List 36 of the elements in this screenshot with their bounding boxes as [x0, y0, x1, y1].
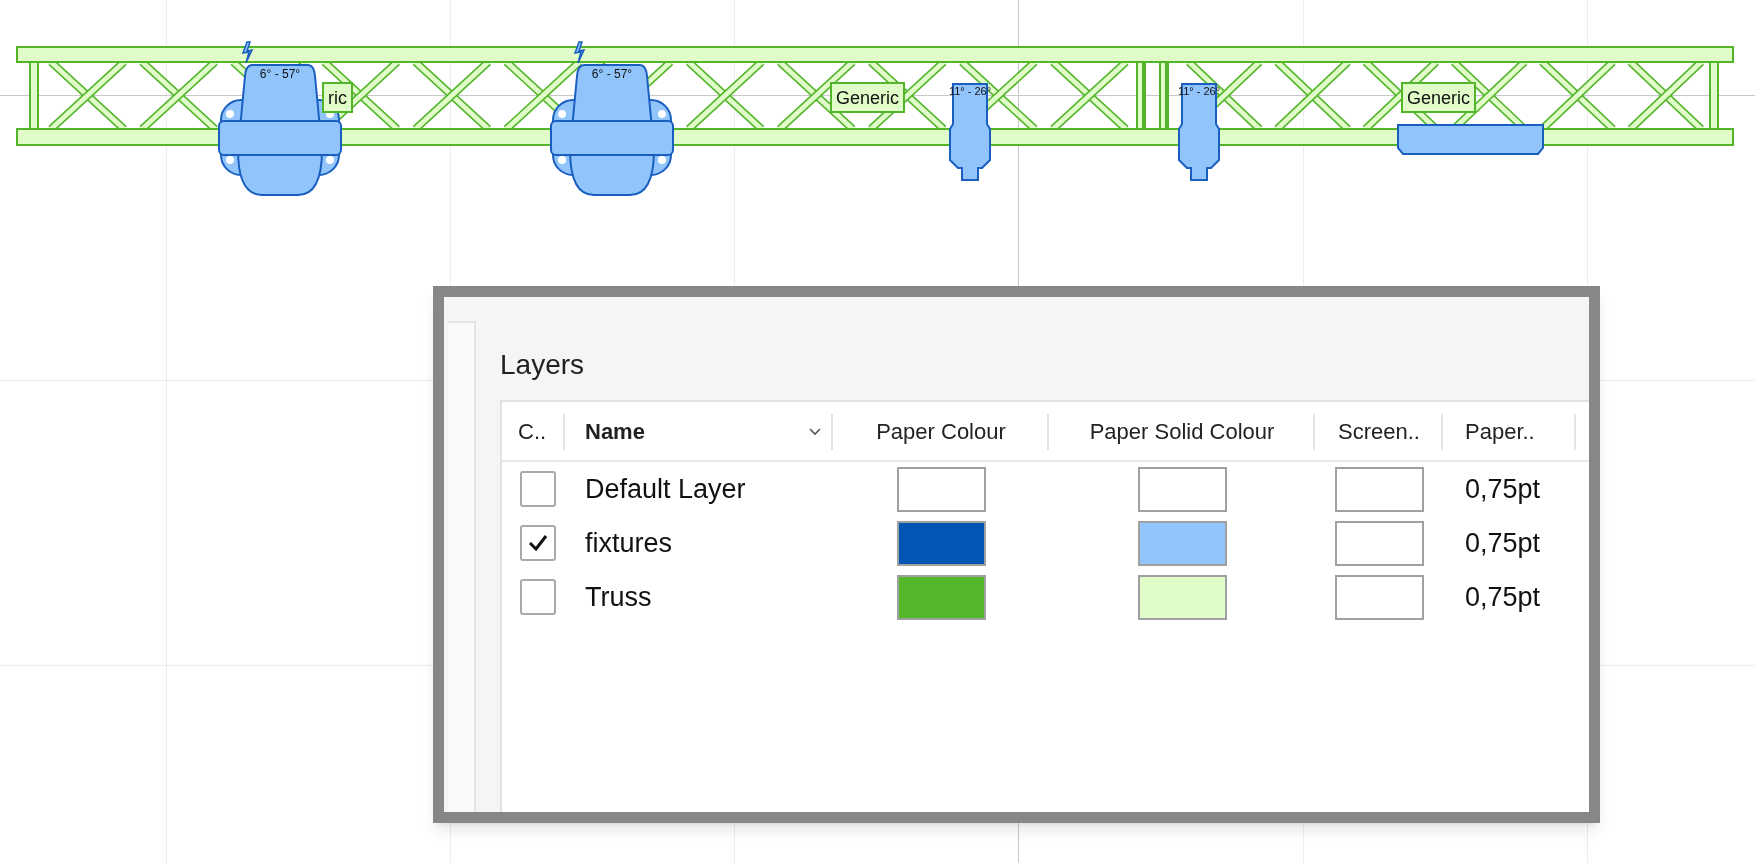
colour-swatch[interactable] — [896, 466, 986, 512]
table-cell-text: 0,75pt — [1465, 580, 1541, 614]
colour-swatch[interactable] — [1137, 574, 1227, 620]
column-header[interactable]: Name — [585, 414, 645, 448]
column-header[interactable]: Paper Colour — [876, 414, 1006, 448]
checkbox[interactable] — [520, 525, 556, 561]
lightning-icon — [241, 41, 254, 64]
colour-swatch[interactable] — [1137, 520, 1227, 566]
panel-title: Layers — [500, 349, 586, 381]
chevron-icon[interactable] — [809, 428, 821, 436]
colour-swatch[interactable] — [896, 574, 986, 620]
column-header[interactable]: Paper.. — [1465, 414, 1535, 448]
beam-angle-label: 6° - 57° — [591, 67, 633, 81]
checkbox[interactable] — [520, 471, 556, 507]
checkbox[interactable] — [520, 579, 556, 615]
layer-name: Truss — [585, 580, 652, 614]
lightning-icon — [573, 41, 586, 64]
beam-angle-label: 11° - 26° — [948, 85, 992, 97]
colour-swatch[interactable] — [1334, 520, 1424, 566]
column-header[interactable]: Screen.. — [1338, 414, 1420, 448]
truss-label: Generic — [1401, 82, 1477, 113]
colour-swatch[interactable] — [1334, 466, 1424, 512]
truss-label: Generic — [830, 82, 906, 113]
layer-name: Default Layer — [585, 472, 746, 506]
checkmark-icon — [528, 534, 548, 552]
column-header[interactable]: C.. — [518, 414, 547, 448]
colour-swatch[interactable] — [896, 520, 986, 566]
colour-swatch[interactable] — [1137, 466, 1227, 512]
column-header[interactable]: Paper Solid Colour — [1089, 414, 1275, 448]
colour-swatch[interactable] — [1334, 574, 1424, 620]
table-cell-text: 0,75pt — [1465, 472, 1541, 506]
table-cell-text: 0,75pt — [1465, 526, 1541, 560]
beam-angle-label: 11° - 26° — [1177, 85, 1221, 97]
layer-name: fixtures — [585, 526, 673, 560]
beam-angle-label: 6° - 57° — [259, 67, 301, 81]
truss-label: ric — [322, 82, 353, 113]
